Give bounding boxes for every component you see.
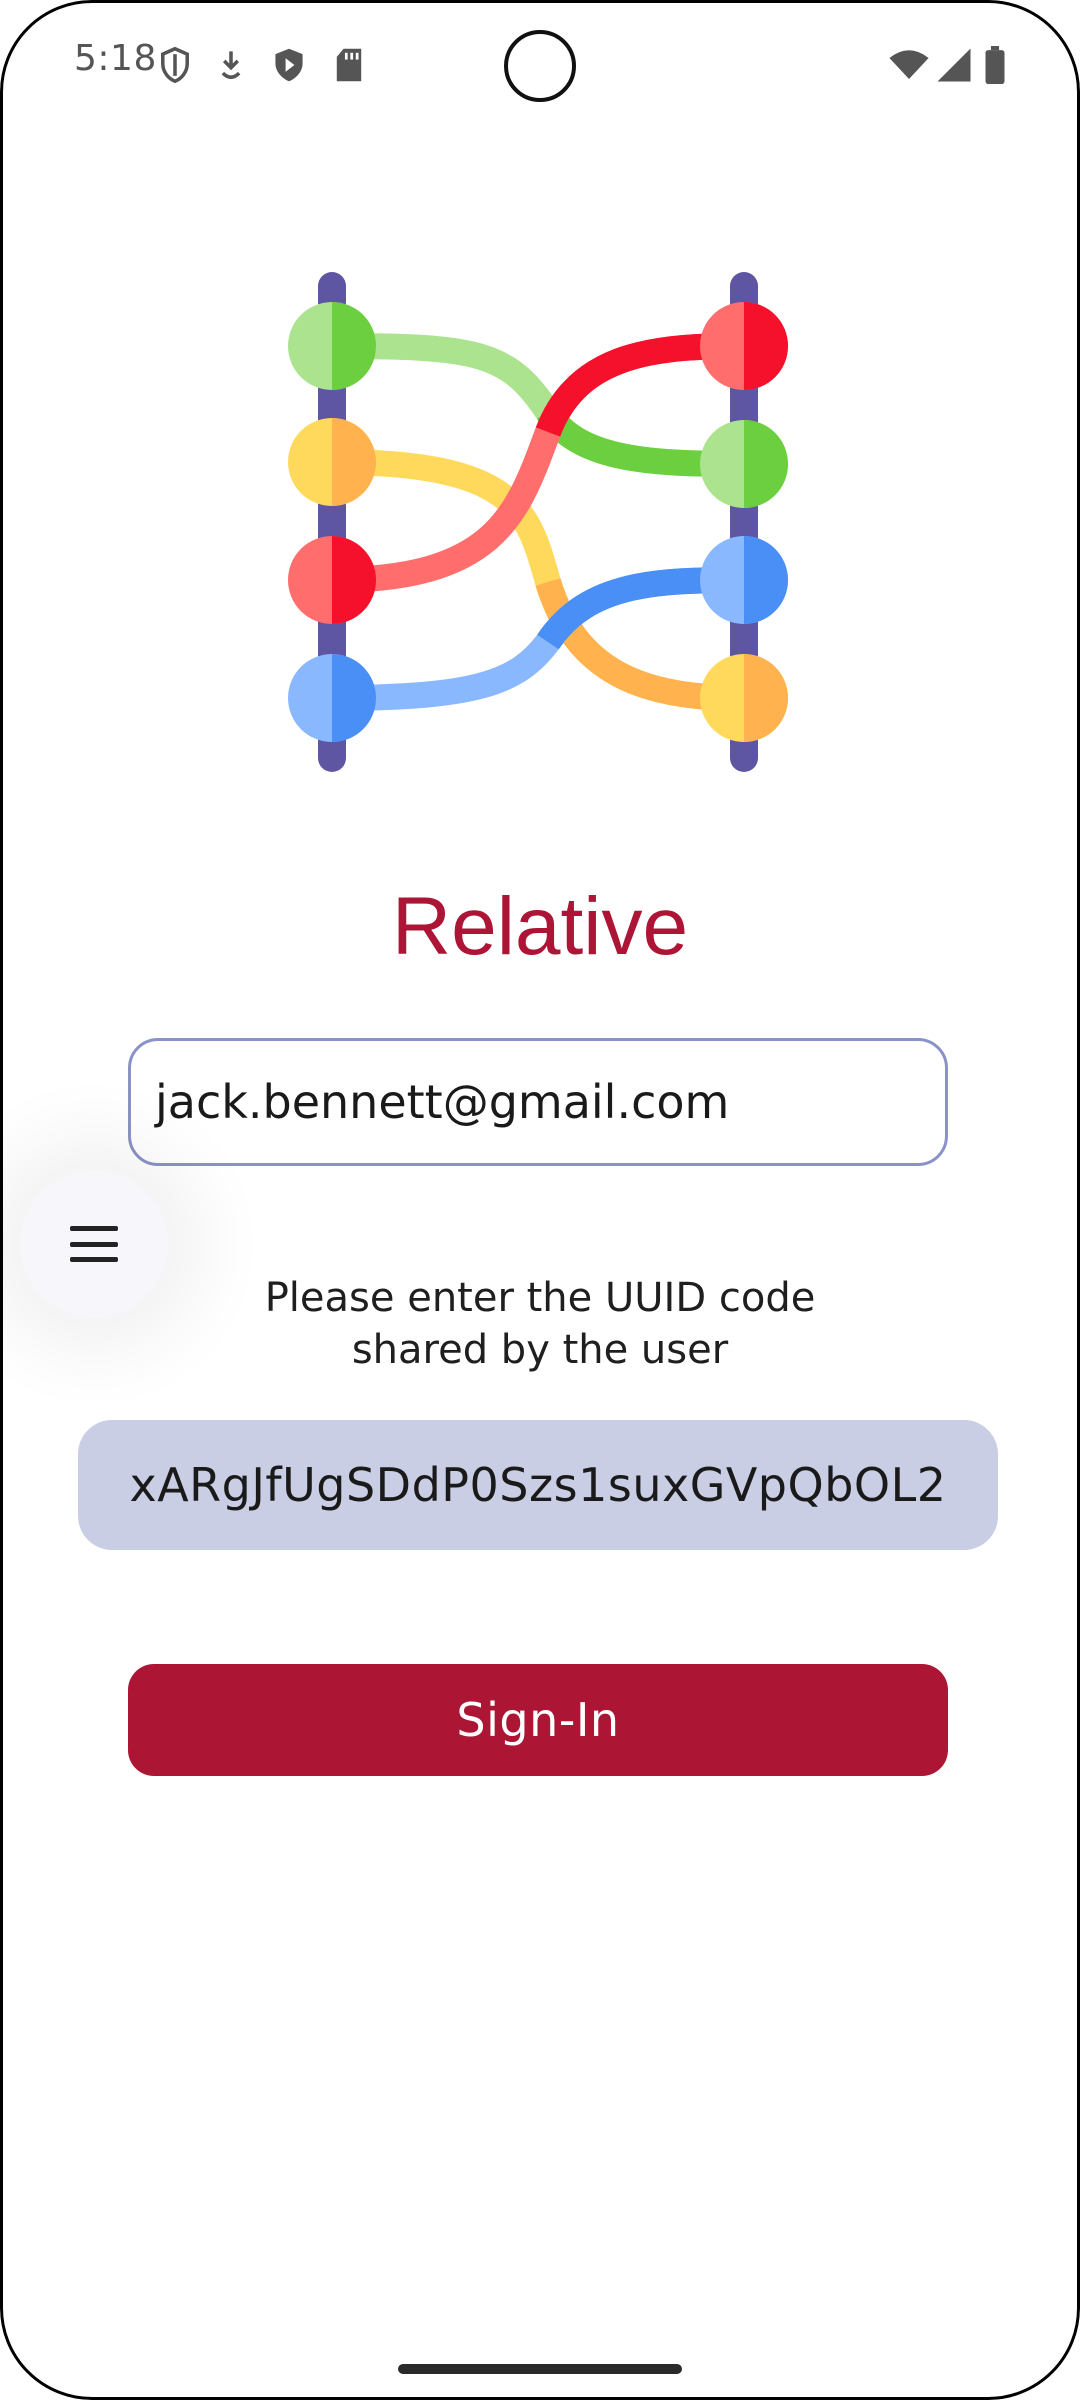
cell-signal-icon xyxy=(937,48,971,82)
shield-outline-icon xyxy=(161,46,189,84)
sign-in-button[interactable]: Sign-In xyxy=(128,1664,948,1776)
shield-play-icon xyxy=(275,48,303,82)
uuid-prompt-line2: shared by the user xyxy=(351,1327,729,1373)
sd-card-icon xyxy=(336,48,362,82)
app-screen: 5:18 Relative jack.bennett@gmail.com Ple… xyxy=(0,0,1080,2400)
battery-icon xyxy=(985,46,1005,84)
email-field[interactable]: jack.bennett@gmail.com xyxy=(128,1038,948,1166)
status-bar: 5:18 xyxy=(0,0,1080,130)
uuid-prompt: Please enter the UUID code shared by the… xyxy=(140,1272,940,1376)
home-indicator[interactable] xyxy=(398,2364,682,2374)
front-camera xyxy=(504,30,576,102)
node-left-1 xyxy=(288,302,376,390)
connection-graph-logo xyxy=(288,272,788,772)
status-time: 5:18 xyxy=(74,38,157,79)
uuid-field[interactable]: xARgJfUgSDdP0Szs1suxGVpQbOL2 xyxy=(78,1420,998,1550)
download-arrow-icon xyxy=(221,51,241,79)
hamburger-menu-icon xyxy=(70,1226,118,1262)
app-title: Relative xyxy=(391,881,689,972)
wifi-icon xyxy=(889,50,929,79)
uuid-prompt-line1: Please enter the UUID code xyxy=(264,1275,816,1321)
